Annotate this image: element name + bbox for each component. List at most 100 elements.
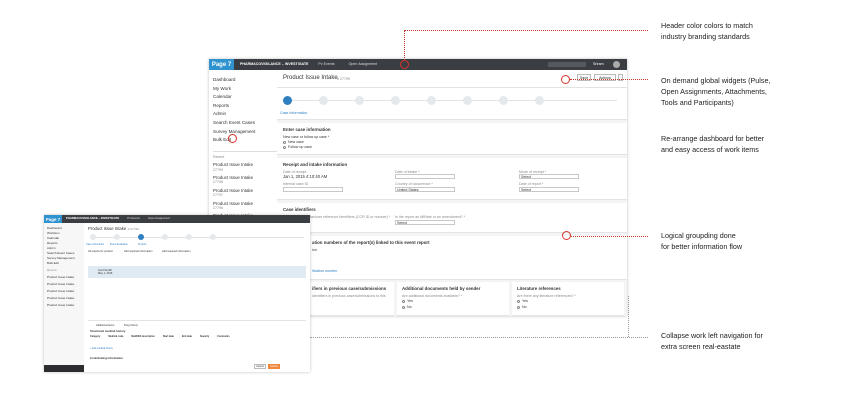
page-id: # 27799 — [337, 77, 350, 81]
radio-new-case[interactable]: New case — [283, 140, 304, 144]
leader-line — [570, 79, 648, 80]
callout-grouping: Logical groupding done for better informa… — [661, 231, 743, 251]
tab-label[interactable]: Add required information — [162, 250, 190, 253]
recent-item[interactable]: Product Issue Intake 27797 — [213, 188, 277, 198]
add-medical-history-link[interactable]: + Add medical history — [90, 347, 113, 350]
step-1[interactable] — [90, 234, 96, 240]
step-4[interactable] — [162, 234, 168, 240]
field-label: ification number — [312, 269, 338, 273]
collapse-nav-button[interactable] — [44, 365, 84, 372]
search-input[interactable] — [548, 62, 586, 67]
tab-pv-events[interactable]: Pv Events — [127, 216, 140, 220]
section-title: Literature references — [517, 286, 561, 291]
tab-open-assignment[interactable]: Open Assignment — [148, 216, 170, 220]
country-select[interactable]: United States — [395, 187, 455, 192]
table-title: Structured medical history — [90, 329, 126, 333]
recent-item[interactable]: Product Issue Intake 27798 — [213, 175, 277, 185]
recent-item[interactable]: Product Issue Intake — [47, 275, 84, 280]
sidebar-item-calendar[interactable]: Calendar — [213, 93, 277, 102]
step-3[interactable] — [355, 96, 364, 105]
radio-follow-up-case[interactable]: Follow up case — [283, 145, 312, 149]
sidebar-item-survey-management[interactable]: Survey Management — [213, 128, 277, 137]
tab-open-assignment[interactable]: Open Assignment — [349, 62, 377, 66]
section-title: Receipt and intake information — [283, 162, 348, 167]
app-logo[interactable]: Page 7 — [44, 215, 62, 223]
tab-pv-events[interactable]: Pv Events — [318, 62, 334, 66]
recent-label: Recent — [47, 268, 57, 272]
field-label: Are additional documents available? * — [402, 294, 463, 298]
field-label: ion — [312, 248, 317, 252]
internal-case-id-input[interactable] — [283, 187, 343, 192]
step-label: Event Evaluation — [110, 243, 128, 246]
step-2[interactable] — [319, 96, 328, 105]
mode-of-receipt-select[interactable]: Select — [519, 174, 579, 179]
sub-tab[interactable]: Additional items — [96, 324, 114, 327]
step-2[interactable] — [114, 234, 120, 240]
leader-line — [628, 296, 629, 337]
field-label: Country of occurrence * — [395, 182, 433, 186]
step-7[interactable] — [499, 96, 508, 105]
section-linked-reports: ation numbers of the report(s) linked to… — [277, 236, 627, 280]
recent-item[interactable]: Product Issue Intake — [47, 289, 84, 294]
recent-item[interactable]: Product Issue Intake — [47, 303, 84, 308]
recent-item[interactable]: Product Issue Intake 27796 — [213, 201, 277, 211]
step-3[interactable] — [138, 234, 144, 240]
sidebar-item-bulk-edit[interactable]: Bulk Edit — [47, 261, 84, 266]
sidebar-item-search-event-cases[interactable]: Search Event Cases — [213, 119, 277, 128]
radio-no[interactable]: No — [517, 305, 527, 309]
record-date: May 1, 2015 — [98, 272, 113, 275]
step-8[interactable] — [535, 96, 544, 105]
radio-yes[interactable]: Yes — [517, 299, 528, 303]
section-literature-references: Literature references Are there any lite… — [512, 282, 624, 316]
step-5[interactable] — [427, 96, 436, 105]
section-receipt-intake: Receipt and intake information Date of r… — [277, 158, 627, 200]
section-title: Enter case information — [283, 127, 331, 132]
step-5[interactable] — [186, 234, 192, 240]
step-6[interactable] — [463, 96, 472, 105]
field-label: Are there any literature references? * — [517, 294, 576, 298]
radio-yes[interactable]: Yes — [402, 299, 413, 303]
field-label: Date of report * — [519, 182, 544, 186]
page-title: Product Issue Intake — [88, 226, 127, 231]
submit-button[interactable]: Submit — [268, 364, 280, 369]
section-title: Case identifiers — [283, 207, 316, 212]
left-sidebar: Dashboard Workitem Calendar Reports Admi… — [44, 223, 84, 372]
sub-tab[interactable]: Drug history — [124, 324, 138, 327]
radio-no[interactable]: No — [402, 305, 412, 309]
tab-label[interactable]: Add required information — [124, 250, 152, 253]
step-label: Case information — [86, 243, 105, 246]
field-label: Is the report an Affiliate or an amendme… — [395, 215, 466, 219]
date-of-intake-input[interactable] — [395, 174, 455, 179]
recent-item[interactable]: Product Issue Intake 27799 — [213, 162, 277, 172]
page-id: # 27799 — [128, 227, 139, 231]
step-label: Product — [138, 243, 147, 246]
cancel-button[interactable]: Cancel — [254, 364, 266, 369]
app-name: PHARMACOVIGILANCE – INVESTIGATE — [240, 62, 309, 67]
avatar[interactable] — [613, 61, 620, 68]
sidebar-item-dashboard[interactable]: Dashboard — [213, 76, 277, 85]
date-of-receipt-value: Jan 1, 2015 4:10:40 AM — [283, 174, 328, 179]
app-header: Page 7 PHARMACOVIGILANCE – INVESTIGATE P… — [44, 215, 310, 223]
sidebar-item-admin[interactable]: Admin — [213, 110, 277, 119]
record-card[interactable]: Carl Smith May 1, 2015 — [88, 266, 306, 278]
sidebar-item-bulk-edit[interactable]: Bulk Edit — [213, 136, 277, 145]
leader-line — [571, 236, 648, 237]
section-enter-case-information: Enter case information New case or follo… — [277, 123, 627, 155]
leader-line — [404, 30, 648, 31]
step-case-information[interactable] — [283, 96, 292, 105]
step-4[interactable] — [391, 96, 400, 105]
sidebar-item-reports[interactable]: Reports — [213, 102, 277, 111]
affiliate-select[interactable]: Select — [395, 220, 455, 225]
content-area: Product Issue Intake # 27799 Case inform… — [84, 223, 310, 372]
field-label: identifiers in previous case/submissions… — [312, 294, 386, 298]
app-logo[interactable]: Page 7 — [209, 59, 234, 70]
recent-item[interactable]: Product Issue Intake — [47, 282, 84, 287]
callout-dashboard: Re-arrange dashboard for better and easy … — [661, 134, 765, 154]
user-name[interactable]: Sriram — [593, 62, 604, 66]
date-of-report-select[interactable]: Select — [519, 187, 579, 192]
sidebar-item-my-work[interactable]: My Work — [213, 85, 277, 94]
recent-item[interactable]: Product Issue Intake — [47, 296, 84, 301]
detail-block — [88, 281, 306, 321]
tab-label[interactable]: All reports for product — [88, 250, 113, 253]
step-6[interactable] — [210, 234, 216, 240]
